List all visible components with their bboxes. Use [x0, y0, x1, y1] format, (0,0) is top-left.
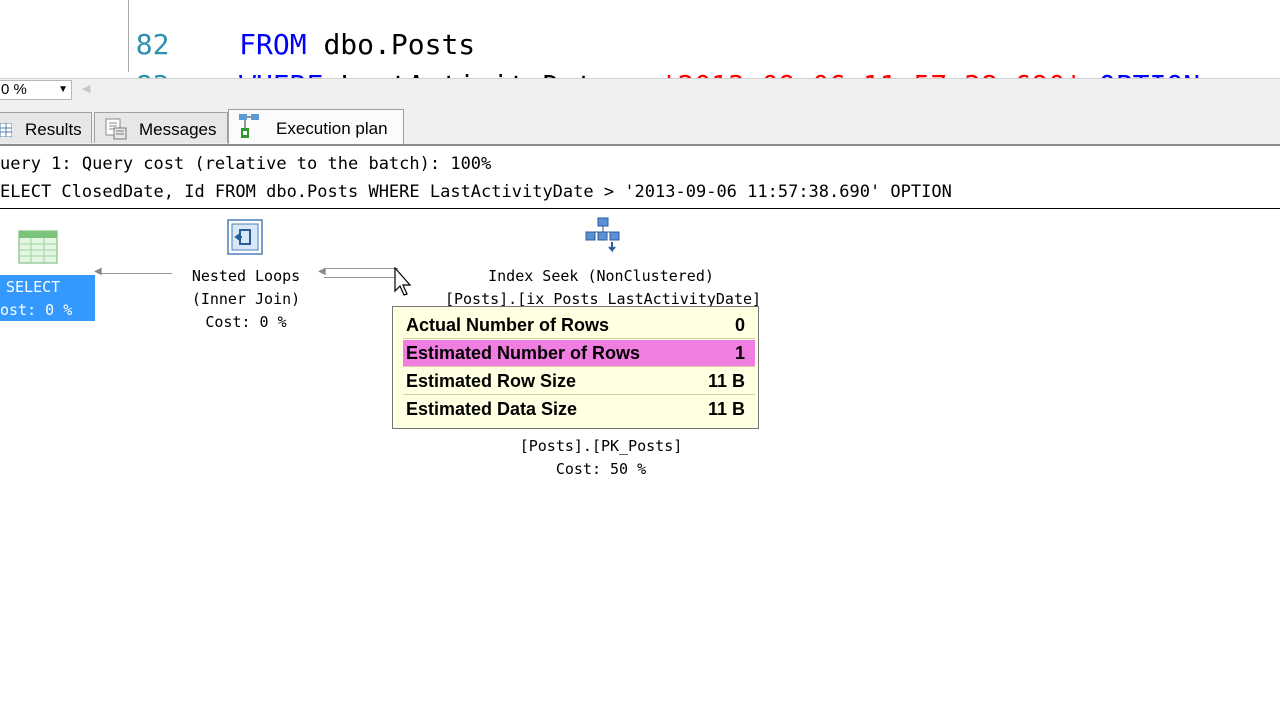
- data-flow-arrow: [324, 268, 398, 269]
- nested-loops-cost: Cost: 0 %: [205, 313, 287, 331]
- tooltip-row-data-size: Estimated Data Size 11 B: [403, 396, 755, 422]
- index-seek-icon[interactable]: [584, 216, 624, 261]
- operator: >: [627, 69, 644, 78]
- query-cost-header: uery 1: Query cost (relative to the batc…: [0, 154, 492, 174]
- arrow-head-icon: ◀: [94, 266, 102, 277]
- tooltip-value: 11 B: [707, 371, 745, 391]
- query-text-header: ELECT ClosedDate, Id FROM dbo.Posts WHER…: [0, 182, 952, 202]
- tooltip-label: Actual Number of Rows: [406, 315, 610, 335]
- zoom-value: 0 %: [1, 81, 27, 98]
- tab-messages-label: Messages: [139, 120, 217, 139]
- index-seek-name: Index Seek (NonClustered): [488, 267, 714, 285]
- key-lookup-object: [Posts].[PK_Posts]: [519, 437, 683, 455]
- zoom-bar: 0 % ▼ ◀: [0, 78, 1280, 101]
- tooltip-separator: [403, 394, 755, 395]
- tooltip-row-actual-rows: Actual Number of Rows 0: [403, 312, 755, 338]
- keyword-option: OPTION: [1099, 69, 1200, 78]
- nested-loops-icon[interactable]: [226, 218, 266, 261]
- tooltip-label: Estimated Row Size: [406, 371, 577, 391]
- select-node-cost: ost: 0 %: [0, 301, 73, 319]
- tooltip-label: Estimated Number of Rows: [406, 343, 641, 363]
- row-count-tooltip: Actual Number of Rows 0 Estimated Number…: [392, 306, 759, 429]
- data-flow-arrow: [324, 277, 398, 278]
- tooltip-row-row-size: Estimated Row Size 11 B: [403, 368, 755, 394]
- caret-down-icon[interactable]: ▼: [58, 81, 68, 99]
- zoom-select[interactable]: 0 % ▼: [0, 80, 72, 100]
- data-flow-arrow: [100, 273, 172, 274]
- key-lookup-cost: Cost: 50 %: [555, 460, 647, 478]
- arrow-head-icon: ◀: [318, 266, 326, 277]
- results-tab-bar: Results Messages Execution plan: [0, 100, 1280, 146]
- tooltip-label: Estimated Data Size: [406, 399, 578, 419]
- keyword-where: WHERE: [239, 69, 323, 78]
- index-seek-object: [Posts].[ix_Posts_LastActivityDate]: [444, 290, 762, 306]
- tooltip-separator: [403, 338, 755, 339]
- nested-loops-name: Nested Loops: [191, 267, 301, 285]
- select-node-icon[interactable]: [18, 230, 60, 271]
- date-literal: '2013-09-06 11:57:38.690': [661, 69, 1082, 78]
- tab-execution-plan-label: Execution plan: [276, 119, 388, 138]
- column-name: LastActivityDate: [323, 69, 626, 78]
- tooltip-value: 11 B: [707, 399, 745, 419]
- query-editor[interactable]: 82 FROM dbo.Posts 83 WHERE LastActivityD…: [0, 0, 1280, 78]
- messages-icon: [104, 118, 128, 145]
- tooltip-value: 1: [734, 343, 745, 363]
- tooltip-separator: [403, 366, 755, 367]
- tab-results[interactable]: Results: [0, 112, 92, 143]
- nested-loops-join: (Inner Join): [191, 290, 301, 308]
- header-separator: [0, 208, 1280, 209]
- scroll-left-icon[interactable]: ◀: [82, 82, 90, 95]
- tab-divider: [0, 144, 1280, 146]
- tab-messages[interactable]: Messages: [94, 112, 228, 143]
- tab-results-label: Results: [25, 120, 82, 139]
- select-node-label[interactable]: SELECT ost: 0 %: [0, 275, 95, 321]
- execution-plan-icon: [237, 112, 265, 147]
- select-node-name: SELECT: [6, 278, 61, 296]
- tab-execution-plan[interactable]: Execution plan: [228, 109, 404, 145]
- mouse-pointer-icon: [394, 266, 414, 302]
- grid-icon: [0, 122, 13, 142]
- code-line-83[interactable]: 83 WHERE LastActivityDate > '2013-09-06 …: [0, 36, 1200, 78]
- tooltip-value: 0: [734, 315, 745, 335]
- tooltip-row-estimated-rows: Estimated Number of Rows 1: [403, 340, 755, 366]
